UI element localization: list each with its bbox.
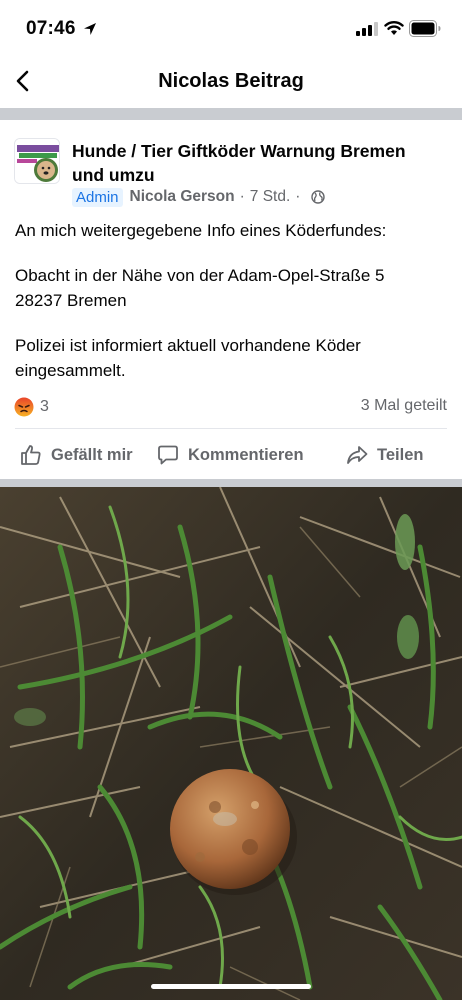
post-text: An mich weitergegebene Info eines Köderf… xyxy=(15,218,447,403)
reaction-summary[interactable]: 3 xyxy=(14,396,49,418)
comment-label: Kommentieren xyxy=(188,445,304,464)
share-button[interactable]: Teilen xyxy=(346,440,423,470)
comment-icon xyxy=(158,445,178,465)
post-photo[interactable] xyxy=(0,487,462,1000)
share-label: Teilen xyxy=(377,445,424,464)
signal-icon xyxy=(356,22,378,36)
author-name-link[interactable]: Nicola Gerson xyxy=(130,188,235,206)
group-avatar-image xyxy=(15,139,59,183)
post-paragraph: An mich weitergegebene Info eines Köderf… xyxy=(15,221,387,240)
post-time[interactable]: 7 Std. xyxy=(250,188,291,206)
meta-separator: · xyxy=(239,188,245,205)
home-indicator xyxy=(151,984,311,989)
nav-header: Nicolas Beitrag xyxy=(0,56,462,108)
battery-icon xyxy=(409,20,441,37)
group-name-link[interactable]: Hunde / Tier Giftköder Warnung Bremen un… xyxy=(72,139,442,187)
like-label: Gefällt mir xyxy=(51,445,133,464)
divider xyxy=(15,428,447,429)
share-arrow-icon xyxy=(347,446,368,464)
share-count[interactable]: 3 Mal geteilt xyxy=(361,397,447,415)
comment-button[interactable]: Kommentieren xyxy=(157,440,304,470)
page-title: Nicolas Beitrag xyxy=(158,70,304,92)
like-button[interactable]: Gefällt mir xyxy=(20,440,133,470)
location-arrow-icon xyxy=(84,23,96,35)
status-bar: 07:46 xyxy=(0,0,462,56)
section-divider xyxy=(0,479,462,487)
section-divider xyxy=(0,108,462,120)
bait-photo xyxy=(0,487,462,1000)
meta-separator-2: · xyxy=(295,188,301,205)
reaction-count: 3 xyxy=(40,398,49,415)
status-time: 07:46 xyxy=(26,18,76,39)
admin-badge: Admin xyxy=(72,187,123,207)
post-paragraph: Obacht in der Nähe von der Adam-Opel-Str… xyxy=(15,266,385,310)
wifi-icon xyxy=(384,21,404,35)
post-paragraph: Polizei ist informiert aktuell vorhanden… xyxy=(15,336,361,380)
thumbs-up-icon xyxy=(21,445,41,465)
angry-reaction-icon xyxy=(14,397,34,417)
post-meta: Admin Nicola Gerson · 7 Std. · xyxy=(72,186,326,208)
globe-icon xyxy=(311,190,326,204)
group-avatar[interactable] xyxy=(14,138,60,184)
